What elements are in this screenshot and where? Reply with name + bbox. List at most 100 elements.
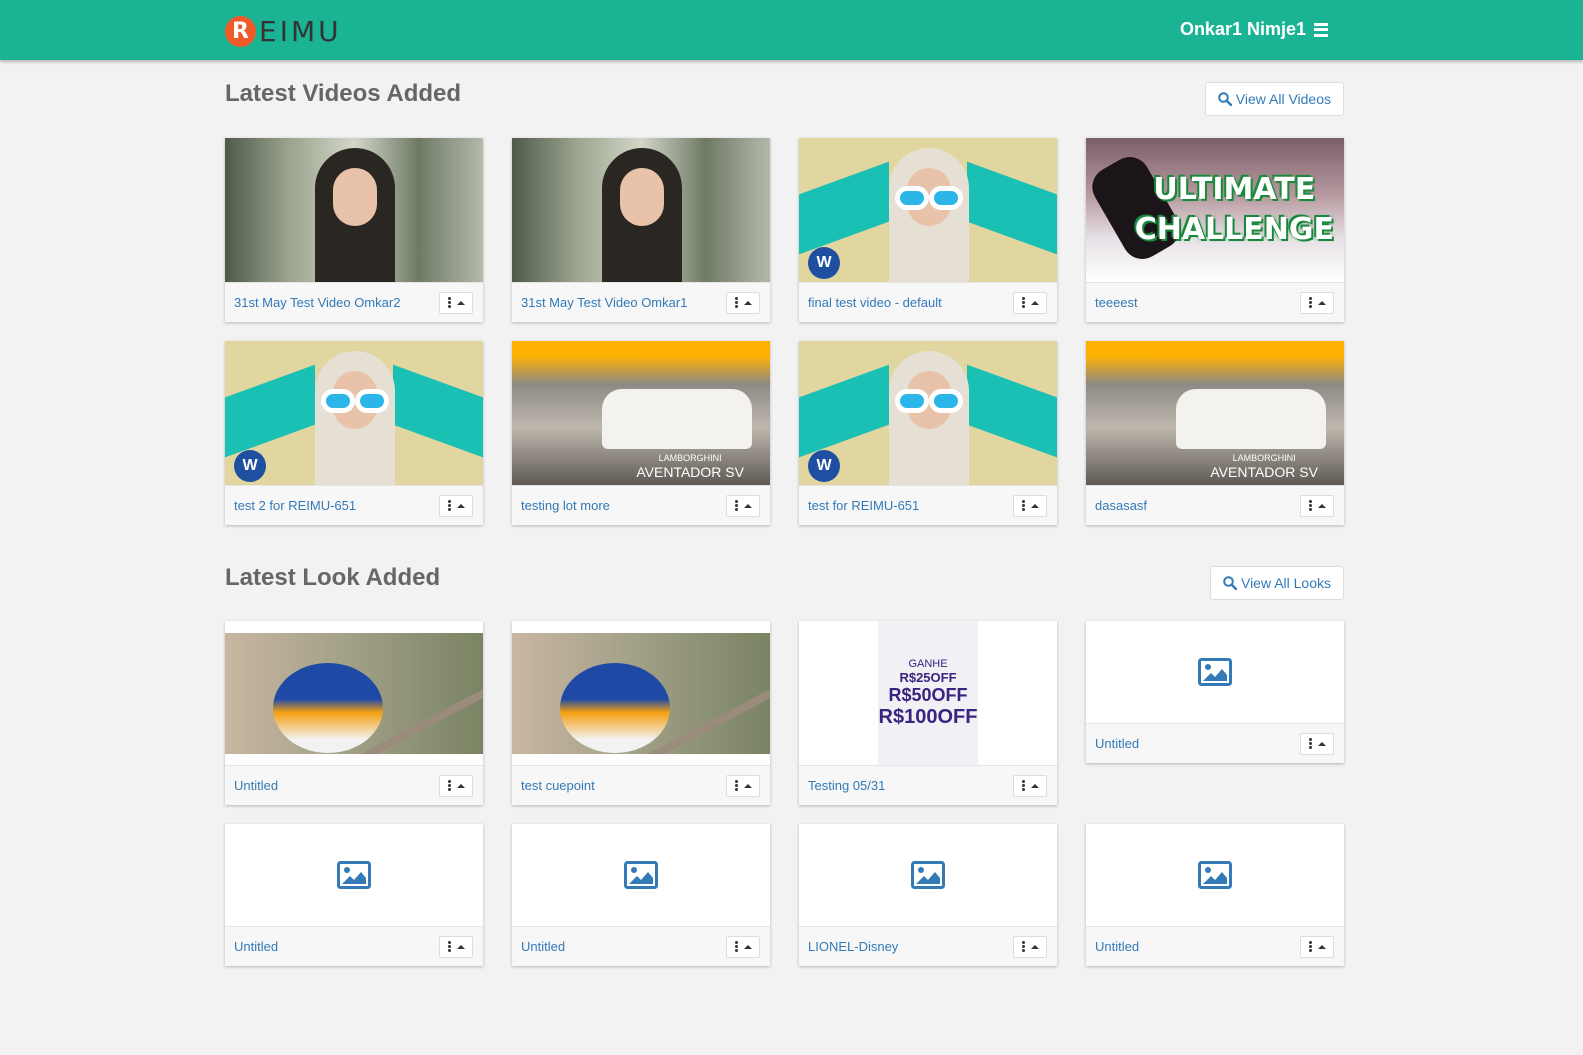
video-card[interactable]: 31st May Test Video Omkar1 xyxy=(512,138,770,322)
video-title[interactable]: teeeest xyxy=(1095,295,1138,310)
warner-music-logo: W xyxy=(808,247,840,279)
look-title[interactable]: Untitled xyxy=(234,778,278,793)
video-thumbnail[interactable]: LAMBORGHINI AVENTADOR SV xyxy=(512,341,770,485)
looks-grid: Untitled test cuepoint GANHE R$25OFF R$5… xyxy=(225,621,1345,966)
kebab-icon xyxy=(447,500,451,511)
look-card[interactable]: Untitled xyxy=(512,824,770,966)
kebab-icon xyxy=(734,780,738,791)
video-card[interactable]: ULTIMATE CHALLENGE teeeest xyxy=(1086,138,1344,322)
video-thumbnail[interactable]: W xyxy=(225,341,483,485)
video-thumbnail[interactable] xyxy=(225,138,483,282)
thumbnail-text: ULTIMATE CHALLENGE xyxy=(1134,172,1334,247)
card-options-button[interactable] xyxy=(726,291,760,314)
look-title[interactable]: Untitled xyxy=(1095,939,1139,954)
caret-up-icon xyxy=(1317,300,1326,305)
kebab-icon xyxy=(734,500,738,511)
card-options-button[interactable] xyxy=(726,935,760,958)
reimu-logo[interactable]: R EIMU xyxy=(225,14,342,48)
video-card[interactable]: W test 2 for REIMU-651 xyxy=(225,341,483,525)
card-options-button[interactable] xyxy=(439,291,473,314)
video-card[interactable]: LAMBORGHINI AVENTADOR SV testing lot more xyxy=(512,341,770,525)
card-options-button[interactable] xyxy=(1300,732,1334,755)
kebab-icon xyxy=(1308,500,1312,511)
video-title[interactable]: test for REIMU-651 xyxy=(808,498,919,513)
look-card[interactable]: Untitled xyxy=(1086,621,1344,763)
kebab-icon xyxy=(1308,297,1312,308)
top-navbar: R EIMU Onkar1 Nimje1 xyxy=(0,0,1583,60)
caret-up-icon xyxy=(1030,783,1039,788)
look-thumbnail[interactable] xyxy=(225,824,483,926)
look-thumbnail[interactable] xyxy=(512,621,770,765)
look-thumbnail[interactable] xyxy=(512,824,770,926)
look-card[interactable]: Untitled xyxy=(225,824,483,966)
video-title[interactable]: test 2 for REIMU-651 xyxy=(234,498,356,513)
video-title[interactable]: final test video - default xyxy=(808,295,942,310)
video-thumbnail[interactable]: ULTIMATE CHALLENGE xyxy=(1086,138,1344,282)
videos-grid: 31st May Test Video Omkar2 31st May Test… xyxy=(225,138,1345,525)
card-options-button[interactable] xyxy=(1013,774,1047,797)
video-card[interactable]: 31st May Test Video Omkar2 xyxy=(225,138,483,322)
user-name: Onkar1 Nimje1 xyxy=(1179,19,1306,39)
card-options-button[interactable] xyxy=(1013,291,1047,314)
look-title[interactable]: Untitled xyxy=(521,939,565,954)
look-card[interactable]: LIONEL-Disney xyxy=(799,824,1057,966)
card-options-button[interactable] xyxy=(1300,494,1334,517)
look-title[interactable]: Untitled xyxy=(234,939,278,954)
video-card[interactable]: W final test video - default xyxy=(799,138,1057,322)
caret-up-icon xyxy=(743,300,752,305)
video-card[interactable]: LAMBORGHINI AVENTADOR SV dasasasf xyxy=(1086,341,1344,525)
image-placeholder-icon xyxy=(337,861,371,889)
caret-up-icon xyxy=(1317,503,1326,508)
video-thumbnail[interactable]: LAMBORGHINI AVENTADOR SV xyxy=(1086,341,1344,485)
card-options-button[interactable] xyxy=(1300,935,1334,958)
card-options-button[interactable] xyxy=(439,494,473,517)
view-all-videos-label: View All Videos xyxy=(1235,91,1331,107)
look-thumbnail[interactable] xyxy=(799,824,1057,926)
thumbnail-text: LAMBORGHINI AVENTADOR SV xyxy=(1210,453,1318,480)
card-options-button[interactable] xyxy=(1013,935,1047,958)
kebab-icon xyxy=(1021,297,1025,308)
card-options-button[interactable] xyxy=(439,774,473,797)
logo-text: EIMU xyxy=(259,14,342,48)
video-card[interactable]: W test for REIMU-651 xyxy=(799,341,1057,525)
video-title[interactable]: 31st May Test Video Omkar2 xyxy=(234,295,400,310)
user-menu[interactable]: Onkar1 Nimje1 xyxy=(1180,19,1328,40)
view-all-looks-button[interactable]: View All Looks xyxy=(1209,566,1344,600)
look-title[interactable]: LIONEL-Disney xyxy=(808,939,898,954)
video-title[interactable]: 31st May Test Video Omkar1 xyxy=(521,295,687,310)
kebab-icon xyxy=(734,297,738,308)
kebab-icon xyxy=(734,941,738,952)
image-placeholder-icon xyxy=(624,861,658,889)
caret-up-icon xyxy=(743,503,752,508)
video-thumbnail[interactable] xyxy=(512,138,770,282)
look-title[interactable]: Untitled xyxy=(1095,736,1139,751)
look-card[interactable]: Untitled xyxy=(1086,824,1344,966)
videos-section-title: Latest Videos Added xyxy=(225,80,462,107)
look-thumbnail[interactable] xyxy=(225,621,483,765)
look-title[interactable]: test cuepoint xyxy=(521,778,595,793)
look-card[interactable]: GANHE R$25OFF R$50OFF R$100OFF Testing 0… xyxy=(799,621,1057,805)
video-title[interactable]: testing lot more xyxy=(521,498,610,513)
caret-up-icon xyxy=(456,300,465,305)
kebab-icon xyxy=(1308,941,1312,952)
look-thumbnail[interactable] xyxy=(1086,621,1344,723)
look-title[interactable]: Testing 05/31 xyxy=(808,778,885,793)
caret-up-icon xyxy=(1030,300,1039,305)
caret-up-icon xyxy=(1317,741,1326,746)
card-options-button[interactable] xyxy=(726,774,760,797)
video-title[interactable]: dasasasf xyxy=(1095,498,1147,513)
view-all-videos-button[interactable]: View All Videos xyxy=(1204,82,1344,116)
look-card[interactable]: test cuepoint xyxy=(512,621,770,805)
caret-up-icon xyxy=(456,503,465,508)
video-thumbnail[interactable]: W xyxy=(799,341,1057,485)
card-options-button[interactable] xyxy=(439,935,473,958)
card-options-button[interactable] xyxy=(726,494,760,517)
card-options-button[interactable] xyxy=(1013,494,1047,517)
hamburger-menu-icon[interactable] xyxy=(1314,22,1328,37)
card-options-button[interactable] xyxy=(1300,291,1334,314)
image-placeholder-icon xyxy=(911,861,945,889)
video-thumbnail[interactable]: W xyxy=(799,138,1057,282)
look-thumbnail[interactable] xyxy=(1086,824,1344,926)
look-thumbnail[interactable]: GANHE R$25OFF R$50OFF R$100OFF xyxy=(799,621,1057,765)
look-card[interactable]: Untitled xyxy=(225,621,483,805)
